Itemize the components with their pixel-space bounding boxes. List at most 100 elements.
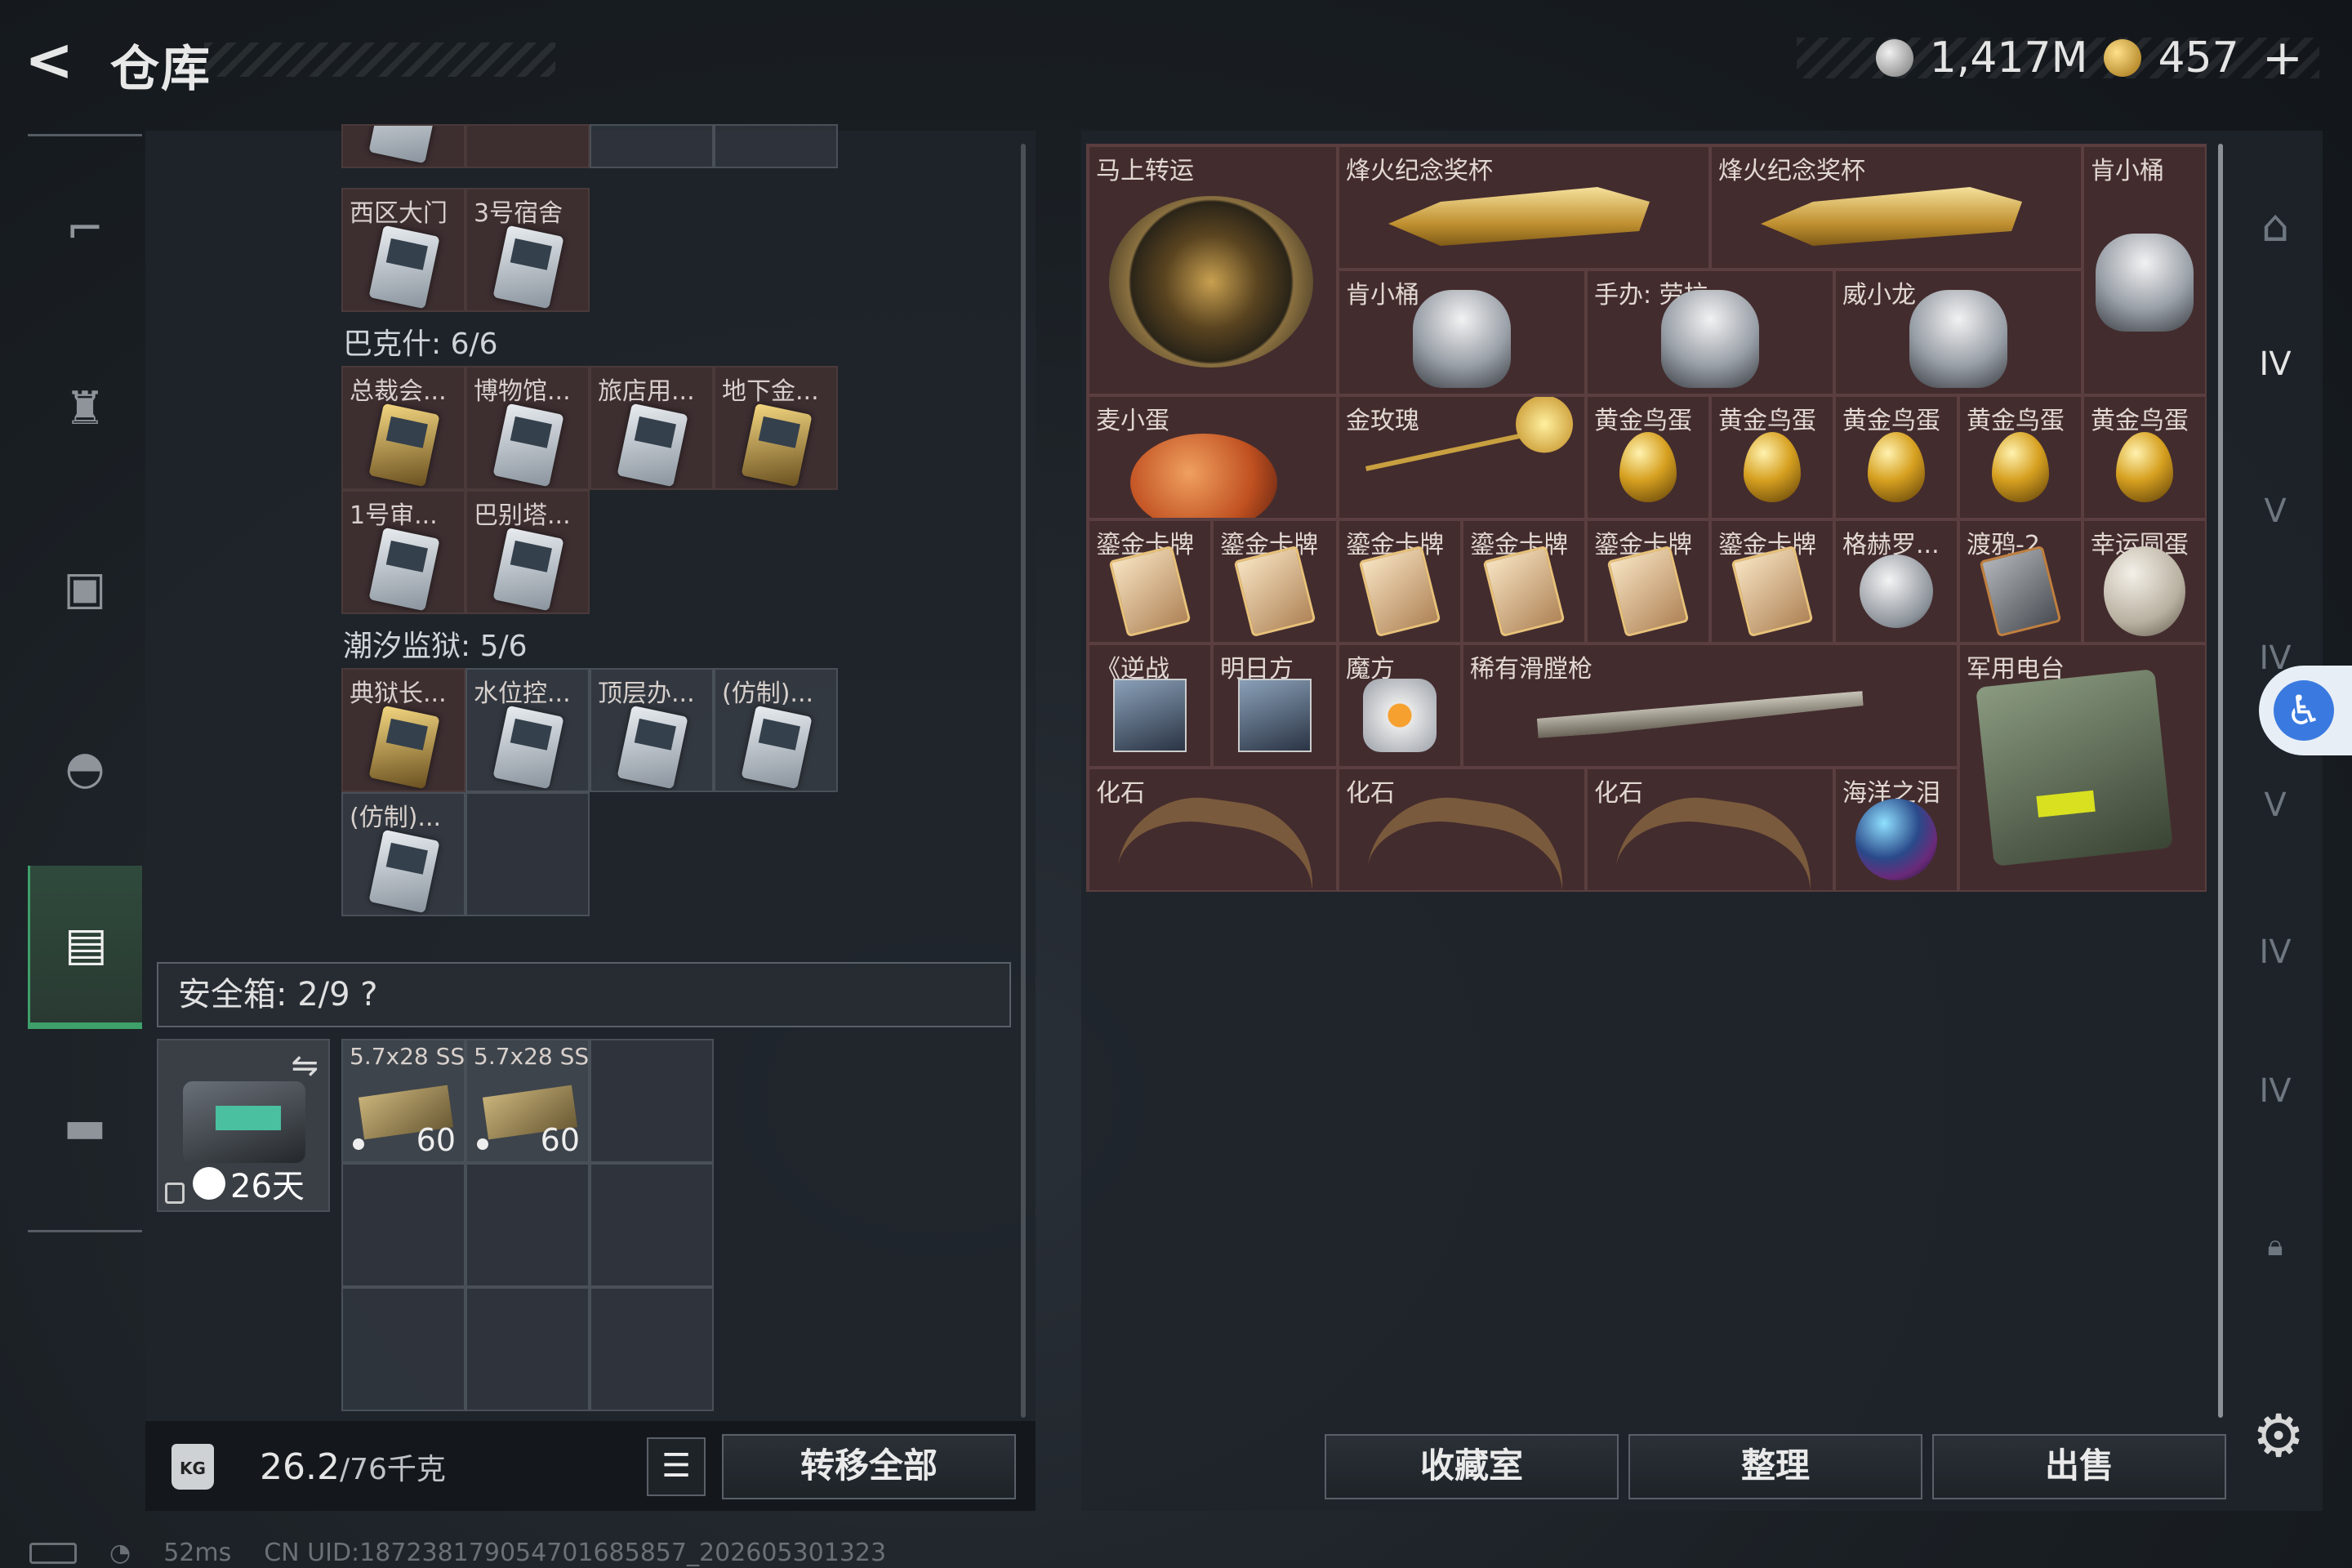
safe-case-item[interactable]: ⇋ 26天	[157, 1039, 330, 1212]
collection-item[interactable]: 麦小蛋	[1088, 395, 1338, 519]
key-item[interactable]: 1号审...	[341, 490, 466, 614]
empty-slot[interactable]	[590, 1039, 714, 1163]
key-item[interactable]: 总裁会...	[341, 366, 466, 490]
book-icon	[1238, 678, 1312, 752]
collection-item[interactable]: 鎏金卡牌	[1338, 519, 1462, 644]
collection-item[interactable]: 幸运圆蛋	[2082, 519, 2207, 644]
key-slot[interactable]	[466, 124, 590, 168]
help-icon[interactable]: ?	[360, 976, 377, 1013]
collection-item[interactable]: 《逆战	[1088, 644, 1212, 768]
collection-item[interactable]: 军用电台	[1958, 644, 2207, 892]
trophy-icon	[1761, 187, 2022, 246]
collection-item[interactable]: 黄金鸟蛋	[1586, 395, 1710, 519]
nav-helmet[interactable]: ◓	[28, 686, 142, 849]
left-scrollbar[interactable]	[1021, 144, 1026, 1418]
tab-1[interactable]: IV	[2234, 323, 2316, 405]
key-slot[interactable]	[341, 124, 466, 168]
collection-item[interactable]: 鎏金卡牌	[1462, 519, 1586, 644]
collection-item[interactable]: 黄金鸟蛋	[1710, 395, 1834, 519]
collection-item[interactable]: 黄金鸟蛋	[2082, 395, 2207, 519]
key-slot[interactable]	[714, 124, 838, 168]
collection-item[interactable]: 鎏金卡牌	[1088, 519, 1212, 644]
key-item[interactable]: 巴别塔...	[466, 490, 590, 614]
collection-item[interactable]: 手办: 劳拉	[1586, 270, 1834, 395]
key-item[interactable]: (仿制)...	[714, 668, 838, 792]
key-item[interactable]: 3号宿舍	[466, 188, 590, 312]
collection-item[interactable]: 渡鸦-2	[1958, 519, 2082, 644]
vest-icon: ♜	[64, 381, 106, 435]
ammo-item[interactable]: 5.7x28 SS19060	[466, 1039, 590, 1163]
safe-box-header[interactable]: 安全箱: 2/9 ?	[157, 962, 1011, 1027]
key-item[interactable]: 西区大门	[341, 188, 466, 312]
collection-item[interactable]: 烽火纪念奖杯	[1710, 145, 2082, 270]
key-item[interactable]: 顶层办...	[590, 668, 714, 792]
tier-iv-tab-icon: IV	[2259, 345, 2292, 383]
collection-item[interactable]: 鎏金卡牌	[1586, 519, 1710, 644]
collection-item[interactable]: 海洋之泪	[1834, 768, 1958, 892]
nav-briefcase[interactable]: ▬	[28, 1045, 142, 1209]
wifi-icon: ◔	[109, 1539, 131, 1567]
empty-slot[interactable]	[466, 1287, 590, 1411]
transfer-all-button[interactable]: 转移全部	[722, 1434, 1016, 1499]
collection-item[interactable]: 肯小桶	[1338, 270, 1586, 395]
collection-item[interactable]: 烽火纪念奖杯	[1338, 145, 1710, 270]
nav-backpack[interactable]: ▣	[28, 506, 142, 670]
collection-item[interactable]: 格赫罗...	[1834, 519, 1958, 644]
nav-storage[interactable]: ▤	[28, 866, 142, 1029]
collection-item[interactable]: 威小龙	[1834, 270, 2082, 395]
tier-v-tab-icon: V	[2264, 786, 2287, 824]
collection-item[interactable]: 化石	[1338, 768, 1586, 892]
empty-slot[interactable]	[466, 1163, 590, 1287]
nav-armor[interactable]: ♜	[28, 327, 142, 490]
tab-4[interactable]: V	[2234, 764, 2316, 846]
book-icon	[1113, 678, 1187, 752]
empty-slot[interactable]	[341, 1287, 466, 1411]
key-item[interactable]: 水位控...	[466, 668, 590, 792]
collection-item[interactable]: 鎏金卡牌	[1212, 519, 1338, 644]
key-item[interactable]: 典狱长...	[341, 668, 466, 792]
nav-weapons[interactable]: ⌐	[28, 147, 142, 310]
empty-slot[interactable]	[590, 1287, 714, 1411]
section-title-chaoxi: 潮汐监狱: 5/6	[343, 630, 528, 663]
collection-item[interactable]: 黄金鸟蛋	[1958, 395, 2082, 519]
organize-button[interactable]: 整理	[1628, 1434, 1922, 1499]
collection-item[interactable]: 鎏金卡牌	[1710, 519, 1834, 644]
lock-icon[interactable]: 🔒︎	[2234, 1205, 2316, 1287]
key-item[interactable]: (仿制)...	[341, 792, 466, 916]
empty-slot[interactable]	[590, 1163, 714, 1287]
gear-icon[interactable]: ⚙	[2247, 1405, 2310, 1467]
accessibility-button[interactable]: ♿︎	[2259, 666, 2352, 755]
key-item[interactable]: 旅店用...	[590, 366, 714, 490]
tab-5[interactable]: IV	[2234, 911, 2316, 993]
locker-icon: ▤	[65, 917, 108, 971]
tab-all[interactable]: ⌂	[2234, 185, 2316, 266]
collection-item[interactable]: 明日方	[1212, 644, 1338, 768]
ammo-item[interactable]: 5.7x28 SS19060	[341, 1039, 466, 1163]
sell-button[interactable]: 出售	[1932, 1434, 2226, 1499]
collection-item[interactable]: 化石	[1586, 768, 1834, 892]
battery-icon	[29, 1542, 77, 1564]
gold-coin-icon	[2104, 39, 2142, 77]
key-item[interactable]: 地下金...	[714, 366, 838, 490]
collection-item[interactable]: 稀有滑膛枪	[1462, 644, 1958, 768]
collection-item[interactable]: 化石	[1088, 768, 1338, 892]
swap-icon[interactable]: ⇋	[291, 1047, 318, 1085]
collection-item[interactable]: 肯小桶	[2082, 145, 2207, 395]
tab-2[interactable]: V	[2234, 470, 2316, 552]
collection-item[interactable]: 马上转运	[1088, 145, 1338, 395]
empty-slot[interactable]	[341, 1163, 466, 1287]
weight-icon: KG	[172, 1444, 214, 1490]
back-arrow-icon[interactable]: <	[24, 30, 82, 89]
all-items-icon: ⌂	[2261, 199, 2290, 252]
key-slot[interactable]	[590, 124, 714, 168]
tab-6[interactable]: IV	[2234, 1050, 2316, 1132]
add-currency-button[interactable]: +	[2262, 29, 2303, 87]
collection-item[interactable]: 金玫瑰	[1338, 395, 1586, 519]
collection-item[interactable]: 黄金鸟蛋	[1834, 395, 1958, 519]
list-view-button[interactable]: ☰	[647, 1437, 706, 1496]
keycard-icon	[368, 225, 440, 310]
collection-room-button[interactable]: 收藏室	[1325, 1434, 1619, 1499]
collection-item[interactable]: 魔方	[1338, 644, 1462, 768]
key-item[interactable]: 博物馆...	[466, 366, 590, 490]
empty-slot[interactable]	[466, 792, 590, 916]
